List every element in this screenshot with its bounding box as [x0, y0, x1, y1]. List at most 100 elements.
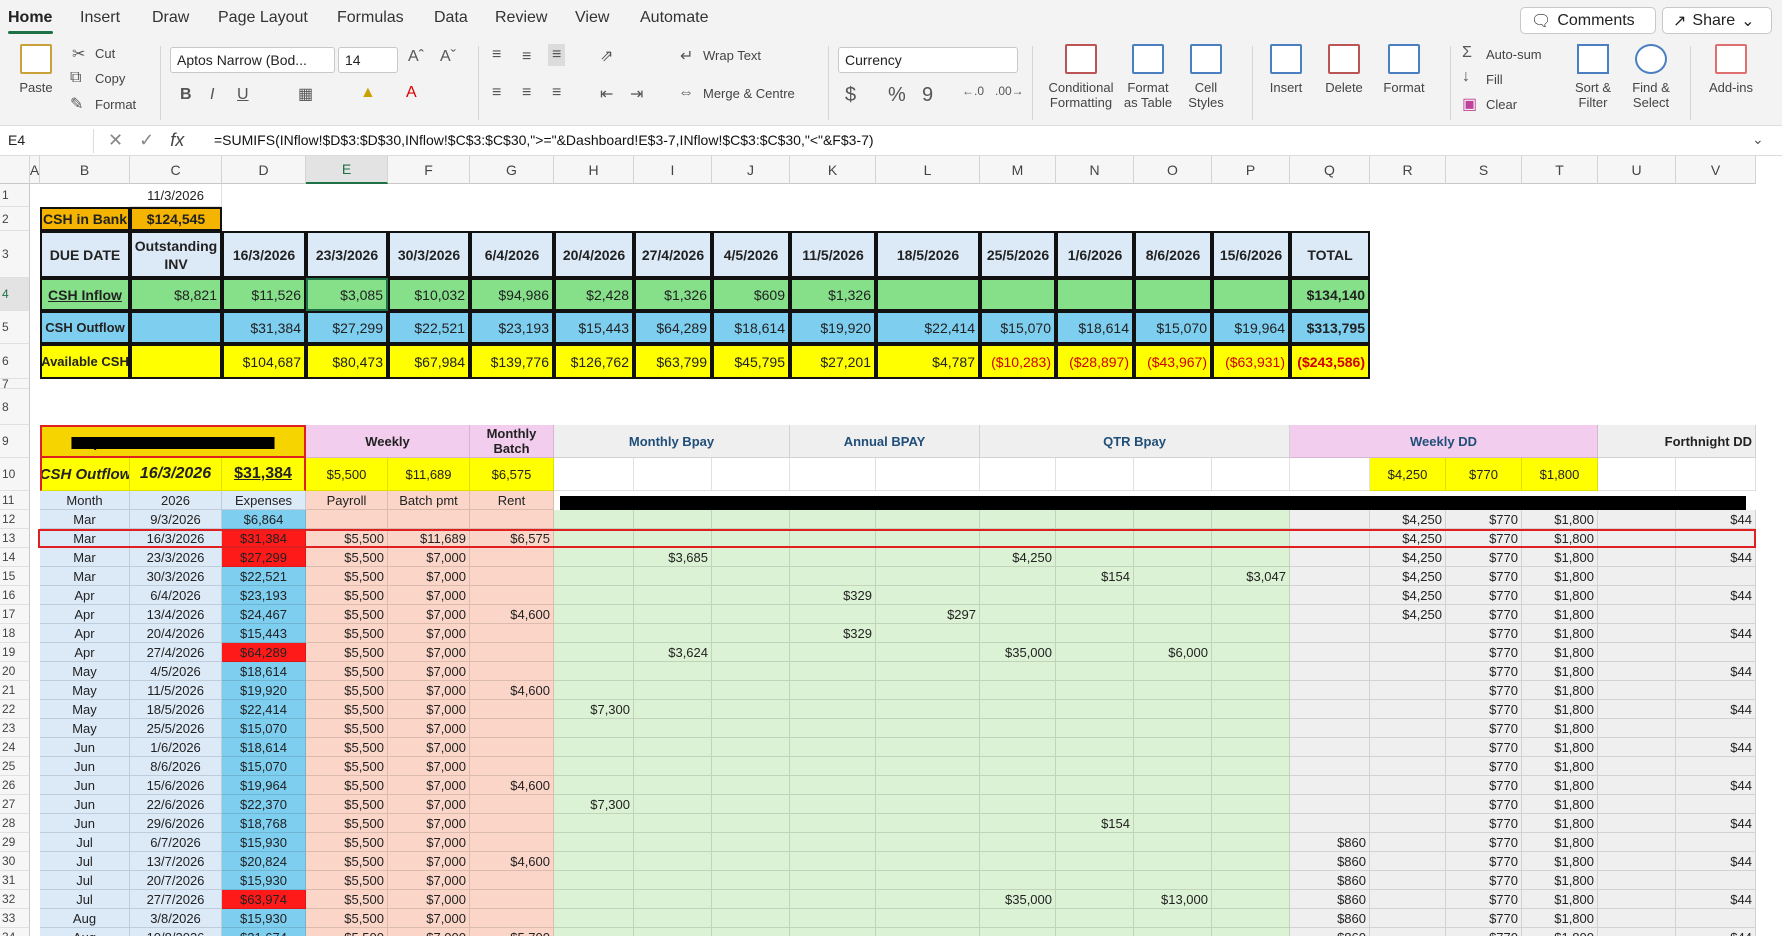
align-top-icon[interactable]: ≡: [492, 46, 501, 64]
dd-cell[interactable]: [1290, 757, 1370, 776]
tab-formulas[interactable]: Formulas: [337, 9, 404, 27]
expenses-cell[interactable]: $15,070: [222, 719, 306, 738]
fortnight-cell[interactable]: [1676, 795, 1756, 814]
weekly-header[interactable]: Weekly: [306, 425, 470, 458]
bpay-cell[interactable]: $3,685: [634, 548, 712, 567]
payroll-col-header[interactable]: Payroll: [306, 491, 388, 510]
qtr-cell[interactable]: [1212, 548, 1290, 567]
expenses-cell[interactable]: $64,289: [222, 643, 306, 662]
payroll-cell[interactable]: $5,500: [306, 909, 388, 928]
weekly-payroll-value[interactable]: $5,500: [306, 458, 388, 491]
expenses-cell[interactable]: $20,824: [222, 852, 306, 871]
dd-cell[interactable]: $770: [1446, 510, 1522, 529]
row-header-23[interactable]: 23: [0, 719, 30, 738]
available-cash-value[interactable]: $63,799: [634, 344, 712, 379]
borders-icon[interactable]: ▦: [298, 84, 313, 104]
expenses-cell[interactable]: $19,920: [222, 681, 306, 700]
annual-cell[interactable]: [790, 757, 876, 776]
row-header-24[interactable]: 24: [0, 738, 30, 757]
dd-cell[interactable]: $1,800: [1522, 700, 1598, 719]
qtr-cell[interactable]: [1056, 605, 1134, 624]
batch-cell[interactable]: $7,000: [388, 681, 470, 700]
bpay-cell[interactable]: [712, 776, 790, 795]
date-cell[interactable]: 6/7/2026: [130, 833, 222, 852]
dd-cell[interactable]: $770: [1446, 567, 1522, 586]
bpay-cell[interactable]: [634, 852, 712, 871]
outflow-value[interactable]: $15,070: [980, 311, 1056, 344]
qtr-cell[interactable]: [1056, 890, 1134, 909]
date-cell[interactable]: 1/6/2026: [130, 738, 222, 757]
bpay-cell[interactable]: [712, 605, 790, 624]
qtr-cell[interactable]: $3,047: [1212, 567, 1290, 586]
annual-cell[interactable]: [790, 529, 876, 548]
qtr-cell[interactable]: [1212, 871, 1290, 890]
annual-cell[interactable]: [790, 776, 876, 795]
bpay-cell[interactable]: [554, 757, 634, 776]
font-size-select[interactable]: 14: [338, 47, 398, 73]
annual-cell[interactable]: [876, 757, 980, 776]
date-cell[interactable]: 25/5/2026: [130, 719, 222, 738]
qtr-cell[interactable]: $6,000: [1134, 643, 1212, 662]
date-cell[interactable]: 13/4/2026: [130, 605, 222, 624]
expenses-cell[interactable]: $23,193: [222, 586, 306, 605]
dd-cell[interactable]: $770: [1446, 700, 1522, 719]
fill-color-icon[interactable]: ▲: [360, 84, 376, 102]
annual-cell[interactable]: [876, 529, 980, 548]
inflow-value[interactable]: [1056, 278, 1134, 311]
column-header-i[interactable]: I: [634, 156, 712, 184]
fortnight-cell[interactable]: $44: [1676, 700, 1756, 719]
qtr-cell[interactable]: [980, 871, 1056, 890]
bpay-cell[interactable]: [712, 681, 790, 700]
dd-cell[interactable]: $770: [1446, 890, 1522, 909]
fortnight-cell[interactable]: [1598, 928, 1676, 936]
week-date-header[interactable]: 25/5/2026: [980, 231, 1056, 278]
qtr-cell[interactable]: [1134, 833, 1212, 852]
bpay-cell[interactable]: [554, 662, 634, 681]
dd-cell[interactable]: [1290, 529, 1370, 548]
annual-cell[interactable]: [790, 567, 876, 586]
dd-cell[interactable]: [1370, 700, 1446, 719]
available-cash-value[interactable]: $80,473: [306, 344, 388, 379]
dd-cell[interactable]: $1,800: [1522, 776, 1598, 795]
week-date-header[interactable]: 23/3/2026: [306, 231, 388, 278]
qtr-cell[interactable]: [1056, 928, 1134, 936]
batch-col-header[interactable]: Batch pmt: [388, 491, 470, 510]
month-cell[interactable]: Jun: [40, 757, 130, 776]
fortnight-cell[interactable]: [1598, 871, 1676, 890]
qtr-cell[interactable]: [1056, 548, 1134, 567]
qtr-cell[interactable]: [1212, 681, 1290, 700]
qtr-cell[interactable]: [980, 757, 1056, 776]
expenses-cell[interactable]: $15,070: [222, 757, 306, 776]
qtr-cell[interactable]: $154: [1056, 814, 1134, 833]
expenses-cell[interactable]: $21,674: [222, 928, 306, 936]
inflow-value[interactable]: [876, 278, 980, 311]
bpay-cell[interactable]: [554, 586, 634, 605]
wrap-text-button[interactable]: Wrap Text: [703, 48, 761, 63]
qtr-cell[interactable]: [1056, 757, 1134, 776]
bpay-cell[interactable]: [712, 586, 790, 605]
weekly-dd-value-3[interactable]: $1,800: [1522, 458, 1598, 491]
date-cell[interactable]: 3/8/2026: [130, 909, 222, 928]
payroll-cell[interactable]: $5,500: [306, 662, 388, 681]
available-cash-value[interactable]: $67,984: [388, 344, 470, 379]
dd-cell[interactable]: $1,800: [1522, 909, 1598, 928]
payroll-cell[interactable]: $5,500: [306, 700, 388, 719]
batch-cell[interactable]: $7,000: [388, 586, 470, 605]
bpay-cell[interactable]: [554, 529, 634, 548]
fortnight-cell[interactable]: [1598, 757, 1676, 776]
fortnight-dd-header[interactable]: Forthnight DD: [1598, 425, 1756, 458]
qtr-cell[interactable]: [980, 738, 1056, 757]
decrease-decimal-icon[interactable]: .00→: [995, 84, 1024, 98]
available-cash-value[interactable]: $27,201: [790, 344, 876, 379]
available-outstanding[interactable]: [130, 344, 222, 379]
fortnight-cell[interactable]: [1676, 567, 1756, 586]
outflow-value[interactable]: $22,414: [876, 311, 980, 344]
batch-cell[interactable]: $7,000: [388, 548, 470, 567]
date-cell[interactable]: 6/4/2026: [130, 586, 222, 605]
dd-cell[interactable]: $770: [1446, 662, 1522, 681]
qtr-cell[interactable]: [1212, 719, 1290, 738]
dd-cell[interactable]: $770: [1446, 643, 1522, 662]
rent-cell[interactable]: [470, 795, 554, 814]
batch-cell[interactable]: $7,000: [388, 605, 470, 624]
expenses-cell[interactable]: $18,614: [222, 738, 306, 757]
